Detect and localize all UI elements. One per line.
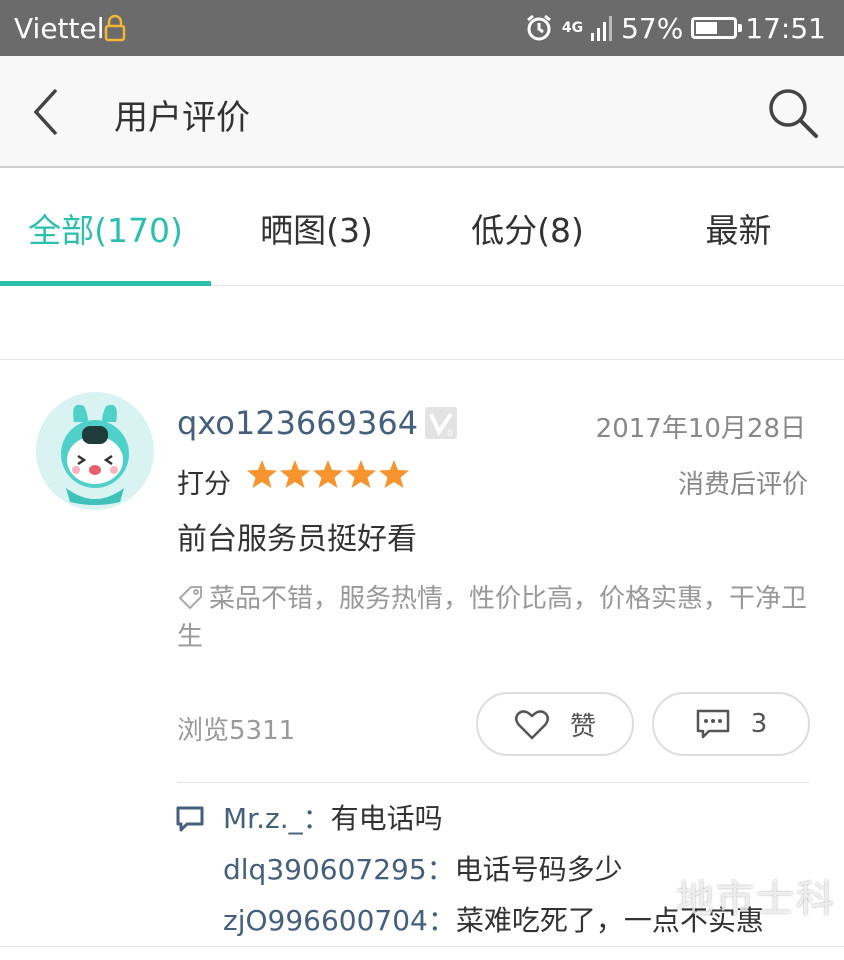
avatar[interactable] xyxy=(36,392,154,510)
like-label: 赞 xyxy=(569,711,596,742)
tab-latest[interactable]: 最新 xyxy=(633,170,844,285)
star-icon xyxy=(346,460,376,488)
star-icon xyxy=(379,460,409,488)
star-rating xyxy=(246,458,411,490)
like-button[interactable]: 赞 xyxy=(476,692,634,756)
network-type: 4G xyxy=(561,20,584,36)
comment-button[interactable]: 3 xyxy=(652,692,810,756)
reply-item: Mr.z._：有电话吗 xyxy=(175,798,764,849)
heart-icon xyxy=(514,710,549,740)
review-tags: 菜品不错，服务热情，性价比高，价格实惠，干净卫生 xyxy=(177,580,817,656)
divider xyxy=(177,782,809,783)
comment-count: 3 xyxy=(750,709,768,739)
view-count: 浏览5311 xyxy=(177,716,296,746)
search-icon[interactable] xyxy=(764,84,822,142)
alarm-icon xyxy=(526,14,551,41)
svg-text:0: 0 xyxy=(447,429,453,439)
reply-text: 有电话吗 xyxy=(330,802,443,835)
chevron-left-icon[interactable] xyxy=(24,82,72,142)
vpn-lock-icon xyxy=(104,14,126,42)
watermark: 地市士科 xyxy=(676,877,837,921)
reply-bubble-icon xyxy=(176,806,204,832)
status-bar: Viettel 4G 57% 17:51 xyxy=(0,0,844,56)
tab-low-score[interactable]: 低分(8) xyxy=(422,170,633,285)
signal-icon xyxy=(591,16,613,41)
star-icon xyxy=(247,460,277,488)
tab-all[interactable]: 全部(170) xyxy=(0,170,211,286)
page-title: 用户评价 xyxy=(114,98,250,138)
tags-text: 菜品不错，服务热情，性价比高，价格实惠，干净卫生 xyxy=(177,584,808,652)
app-header: 用户评价 xyxy=(0,56,844,168)
review-card: qxo123669364 0 2017年10月28日 打分 消费后评价 前台服务… xyxy=(0,360,844,946)
review-text: 前台服务员挺好看 xyxy=(177,522,417,557)
star-icon xyxy=(280,460,310,488)
spacer xyxy=(0,286,844,360)
bottom-divider xyxy=(0,946,844,947)
clock: 17:51 xyxy=(745,11,826,45)
review-type: 消费后评价 xyxy=(677,470,808,500)
battery-icon xyxy=(691,17,743,39)
reply-user[interactable]: dlq390607295： xyxy=(223,853,455,886)
comment-icon xyxy=(696,709,729,739)
tag-icon xyxy=(178,586,202,610)
reply-user[interactable]: zjO996600704： xyxy=(223,904,456,937)
review-date: 2017年10月28日 xyxy=(595,414,806,444)
reply-user[interactable]: Mr.z._： xyxy=(223,802,331,835)
star-icon xyxy=(313,460,343,488)
filter-tabs: 全部(170) 晒图(3) 低分(8) 最新 xyxy=(0,170,844,286)
reviewer-name[interactable]: qxo123669364 xyxy=(177,404,418,442)
status-icons: 4G 57% 17:51 xyxy=(516,10,826,46)
battery-fill xyxy=(696,22,717,34)
battery-percent: 57% xyxy=(621,11,684,45)
rating-label: 打分 xyxy=(177,469,231,500)
tab-photos[interactable]: 晒图(3) xyxy=(211,170,422,285)
vip-badge-icon: 0 xyxy=(425,407,457,439)
carrier-name: Viettel xyxy=(14,12,105,45)
reply-text: 电话号码多少 xyxy=(454,853,623,886)
